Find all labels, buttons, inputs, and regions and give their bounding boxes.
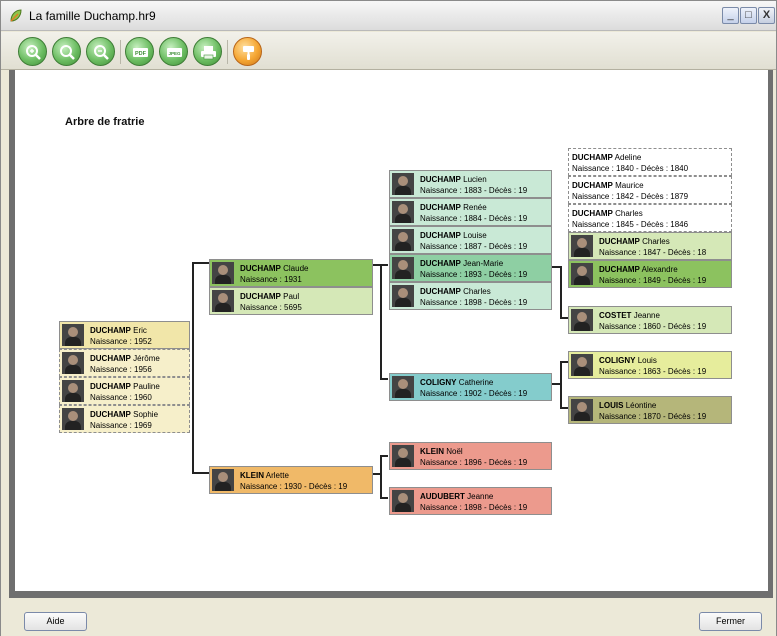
person-photo (62, 380, 84, 402)
person-card[interactable]: COLIGNY Catherine Naissance : 1902 - Décè… (389, 373, 552, 401)
person-photo (392, 257, 414, 279)
person-photo (62, 324, 84, 346)
person-card[interactable]: DUCHAMP Alexandre Naissance : 1849 - Décè… (568, 260, 732, 288)
person-card[interactable]: KLEIN Noël Naissance : 1896 - Décès : 19 (389, 442, 552, 470)
tree-canvas[interactable]: Arbre de fratrie DUCHAMP Eric Naissance … (15, 70, 768, 591)
svg-text:PDF: PDF (135, 51, 147, 57)
toolbar: PDF JPEG (1, 32, 776, 70)
connector-line (380, 378, 388, 380)
person-card[interactable]: KLEIN Arlette Naissance : 1930 - Décès : … (209, 466, 373, 494)
person-photo (392, 490, 414, 512)
window-title: La famille Duchamp.hr9 (29, 9, 156, 23)
connector-line (560, 361, 568, 363)
person-card[interactable]: DUCHAMP Paul Naissance : 5695 (209, 287, 373, 315)
zoom-100-icon (60, 45, 75, 60)
export-pdf-icon: PDF (133, 48, 148, 57)
connector-line (380, 455, 388, 457)
person-card[interactable]: DUCHAMP Louise Naissance : 1887 - Décès :… (389, 226, 552, 254)
toolbar-separator (227, 40, 228, 64)
paint-icon (243, 46, 254, 60)
print-button[interactable] (193, 37, 222, 66)
toolbar-separator (120, 40, 121, 64)
connector-line (192, 262, 209, 264)
maximize-button[interactable]: □ (740, 7, 757, 24)
person-card[interactable]: DUCHAMP Sophie Naissance : 1969 (59, 405, 190, 433)
svg-text:JPEG: JPEG (168, 51, 181, 56)
title-bar: La famille Duchamp.hr9 _ □ X (1, 1, 776, 31)
person-photo (571, 235, 593, 257)
person-photo (392, 376, 414, 398)
person-card[interactable]: DUCHAMP Pauline Naissance : 1960 (59, 377, 190, 405)
person-photo (571, 309, 593, 331)
person-card[interactable]: AUDUBERT Jeanne Naissance : 1898 - Décès … (389, 487, 552, 515)
person-photo (392, 229, 414, 251)
close-button[interactable]: Fermer (699, 612, 762, 631)
connector-line (560, 361, 562, 409)
person-photo (212, 262, 234, 284)
zoom-in-icon (26, 45, 41, 60)
help-button[interactable]: Aide (24, 612, 87, 631)
bottom-bar: Aide Fermer (1, 598, 776, 636)
export-jpeg-icon: JPEG (167, 48, 182, 57)
person-photo (212, 290, 234, 312)
person-card[interactable]: DUCHAMP Eric Naissance : 1952 (59, 321, 190, 349)
person-card[interactable]: DUCHAMP Maurice Naissance : 1842 - Décès … (568, 176, 732, 204)
person-card[interactable]: DUCHAMP Jérôme Naissance : 1956 (59, 349, 190, 377)
person-photo (392, 201, 414, 223)
person-photo (392, 445, 414, 467)
connector-line (560, 317, 568, 319)
person-card[interactable]: COLIGNY Louis Naissance : 1863 - Décès : … (568, 351, 732, 379)
tree-title: Arbre de fratrie (65, 116, 145, 128)
person-card[interactable]: DUCHAMP Renée Naissance : 1884 - Décès : … (389, 198, 552, 226)
person-photo (62, 408, 84, 430)
person-photo (571, 263, 593, 285)
person-card[interactable]: DUCHAMP Jean-Marie Naissance : 1893 - Déc… (389, 254, 552, 282)
export-jpeg-button[interactable]: JPEG (159, 37, 188, 66)
zoom-out-button[interactable] (86, 37, 115, 66)
connector-line (560, 266, 562, 319)
zoom-100-button[interactable] (52, 37, 81, 66)
zoom-in-button[interactable] (18, 37, 47, 66)
paint-button[interactable] (233, 37, 262, 66)
tree-canvas-frame: Arbre de fratrie DUCHAMP Eric Naissance … (9, 70, 773, 598)
person-photo (571, 354, 593, 376)
person-photo (392, 285, 414, 307)
person-card[interactable]: DUCHAMP Charles Naissance : 1845 - Décès … (568, 204, 732, 232)
person-photo (62, 352, 84, 374)
zoom-out-icon (94, 45, 109, 60)
connector-line (380, 497, 388, 499)
person-photo (392, 173, 414, 195)
connector-line (192, 262, 194, 474)
person-card[interactable]: DUCHAMP Charles Naissance : 1898 - Décès … (389, 282, 552, 310)
connector-line (380, 264, 382, 380)
person-card[interactable]: DUCHAMP Lucien Naissance : 1883 - Décès :… (389, 170, 552, 198)
person-card[interactable]: LOUIS Léontine Naissance : 1870 - Décès :… (568, 396, 732, 424)
person-card[interactable]: DUCHAMP Adeline Naissance : 1840 - Décès … (568, 148, 732, 176)
minimize-button[interactable]: _ (722, 7, 739, 24)
export-pdf-button[interactable]: PDF (125, 37, 154, 66)
person-card[interactable]: COSTET Jeanne Naissance : 1860 - Décès : … (568, 306, 732, 334)
connector-line (372, 473, 380, 475)
app-leaf-icon (10, 9, 22, 22)
connector-line (380, 455, 382, 499)
connector-line (192, 472, 209, 474)
person-photo (571, 399, 593, 421)
person-photo (212, 469, 234, 491)
person-card[interactable]: DUCHAMP Charles Naissance : 1847 - Décès … (568, 232, 732, 260)
app-window: La famille Duchamp.hr9 _ □ X PDF JPEG Ar… (0, 0, 777, 636)
close-window-button[interactable]: X (758, 7, 775, 24)
person-card[interactable]: DUCHAMP Claude Naissance : 1931 (209, 259, 373, 287)
print-icon (201, 46, 216, 60)
connector-line (560, 407, 568, 409)
